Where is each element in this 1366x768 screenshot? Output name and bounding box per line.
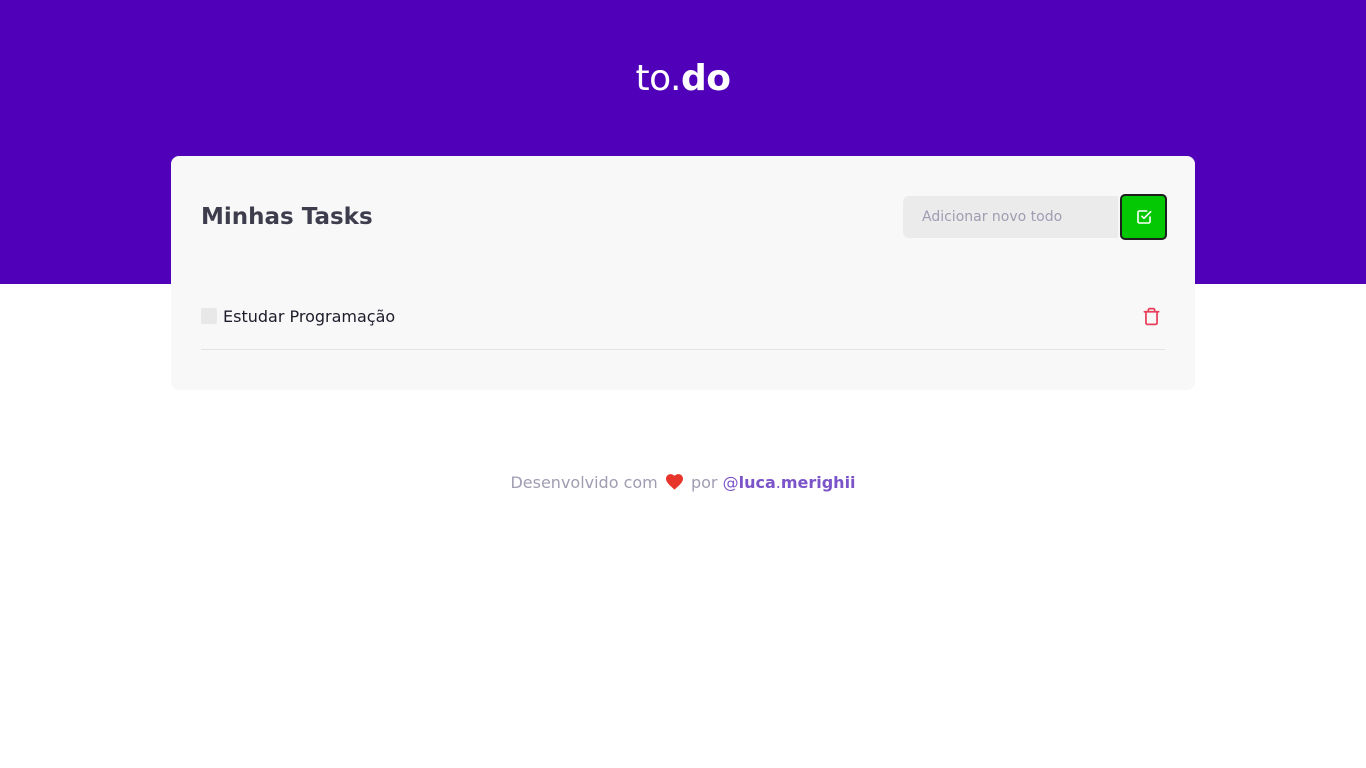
footer-text-before: Desenvolvido com xyxy=(510,473,658,492)
card-title: Minhas Tasks xyxy=(201,204,373,230)
trash-icon xyxy=(1143,307,1159,325)
task-item: Estudar Programação xyxy=(201,298,1165,350)
heart-icon xyxy=(665,474,683,490)
handle-at: @ xyxy=(722,473,739,492)
task-title: Estudar Programação xyxy=(223,307,396,326)
author-handle-link[interactable]: @luca.merighii xyxy=(723,473,856,492)
task-checkbox[interactable] xyxy=(201,308,217,324)
check-square-icon xyxy=(1136,210,1151,224)
logo-light-text: to. xyxy=(635,58,682,99)
app-logo: to.do xyxy=(0,56,1366,102)
new-todo-input[interactable] xyxy=(903,196,1118,238)
add-todo-button[interactable] xyxy=(1120,194,1167,240)
handle-first: luca xyxy=(738,473,776,492)
logo-bold-text: do xyxy=(680,58,731,99)
handle-last: merighii xyxy=(780,473,856,492)
tasks-card xyxy=(171,156,1195,390)
delete-task-button[interactable] xyxy=(1141,304,1161,328)
footer-text-por: por xyxy=(690,473,718,492)
footer-credit: Desenvolvido com por @luca.merighii xyxy=(0,471,1366,495)
